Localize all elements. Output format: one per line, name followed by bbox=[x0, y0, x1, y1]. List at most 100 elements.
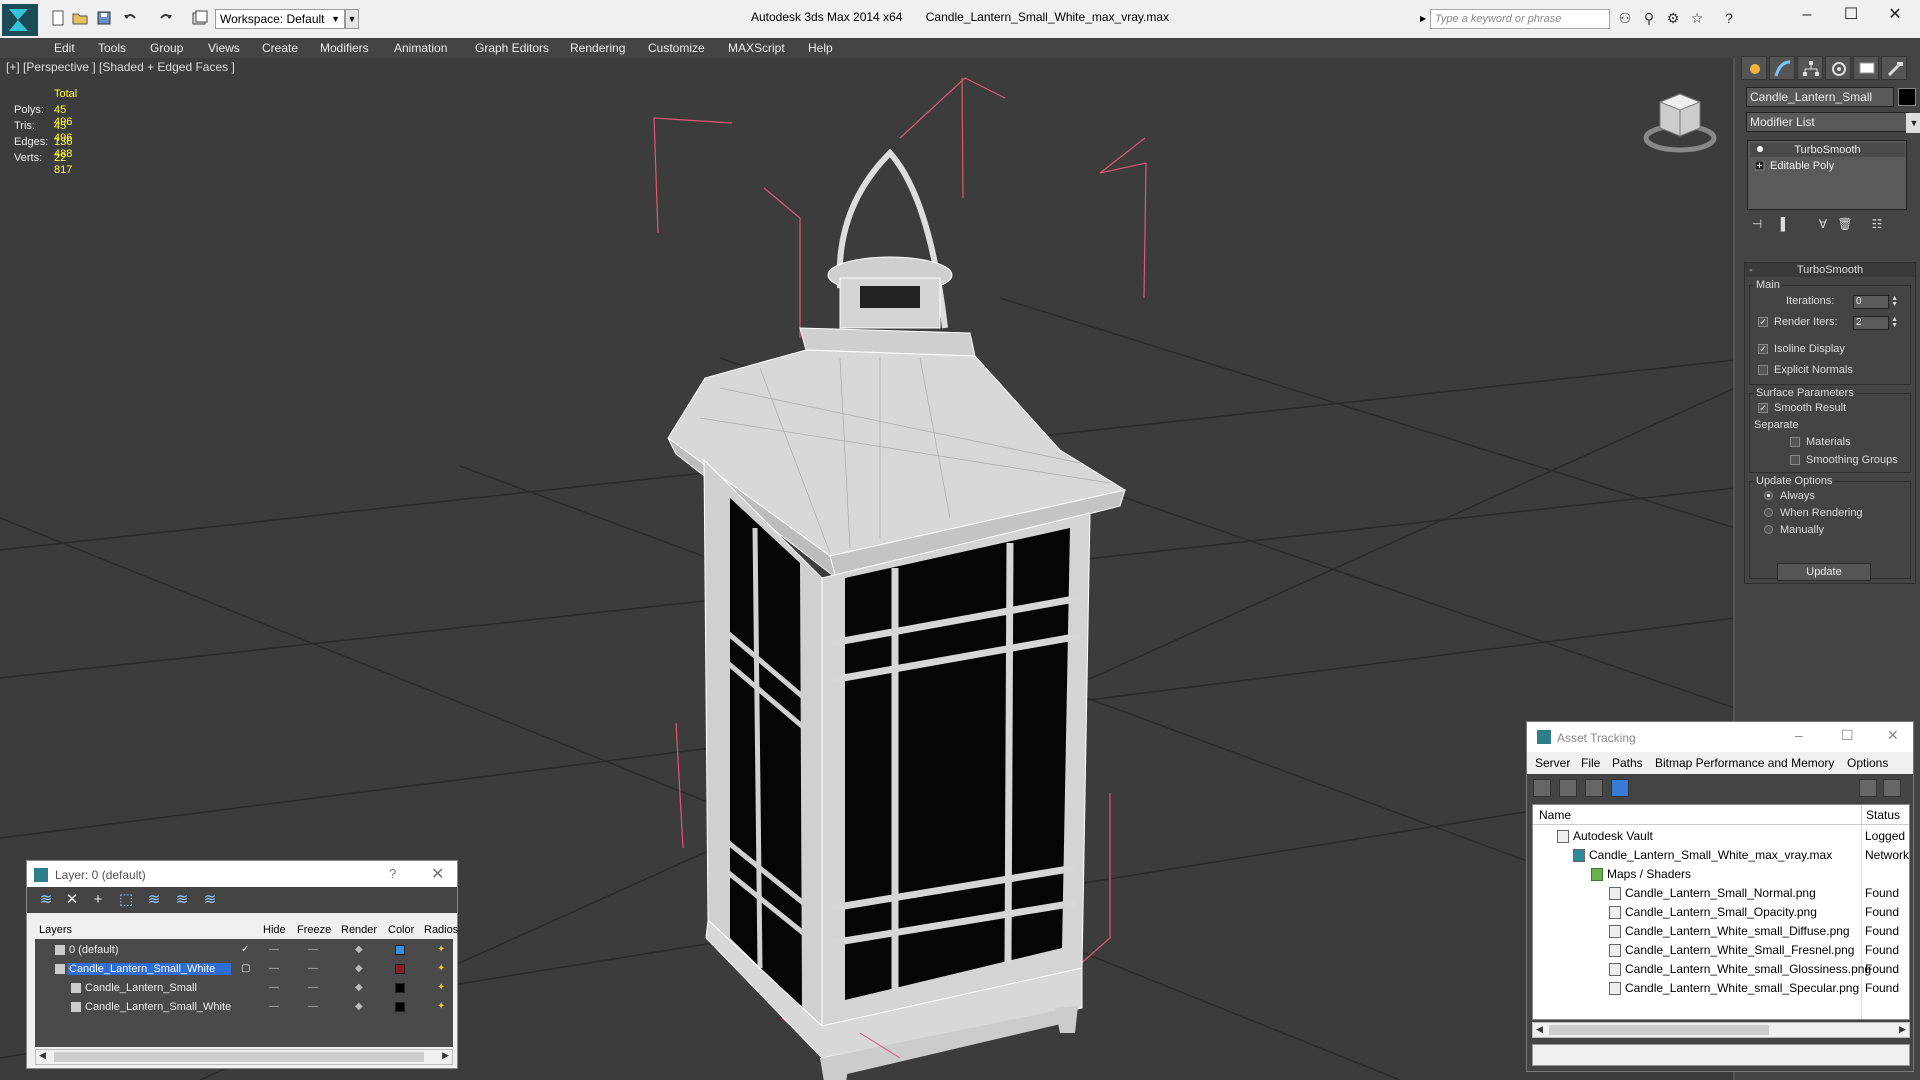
menu-views[interactable]: Views bbox=[208, 41, 240, 55]
freeze-toggle[interactable]: — bbox=[308, 944, 318, 955]
show-end-result-icon[interactable]: ▌ bbox=[1775, 217, 1795, 237]
radiosity-icon[interactable]: ✦ bbox=[437, 1001, 445, 1012]
add-selection-box-icon[interactable]: ▢ bbox=[241, 963, 250, 974]
layer-row[interactable]: Candle_Lantern_Small_White ▢ — — ◆ ✦ bbox=[35, 960, 453, 979]
layer-row[interactable]: Candle_Lantern_Small_White — — ◆ ✦ bbox=[35, 998, 453, 1017]
menu-maxscript[interactable]: MAXScript bbox=[728, 41, 785, 55]
tab-hierarchy[interactable] bbox=[1797, 56, 1823, 80]
object-color-swatch[interactable] bbox=[395, 1002, 405, 1012]
hide-all-layers-icon[interactable]: ≋ bbox=[173, 891, 191, 909]
asset-tracking-titlebar[interactable]: Asset Tracking – ☐ ✕ bbox=[1527, 722, 1913, 752]
search-expand-icon[interactable]: ▶ bbox=[1420, 14, 1426, 23]
object-color-swatch[interactable] bbox=[1898, 88, 1916, 106]
render-iters-spinner[interactable]: 2 ▲ ▼ bbox=[1853, 316, 1898, 330]
freeze-toggle[interactable]: — bbox=[308, 1001, 318, 1012]
options-icon[interactable] bbox=[1883, 779, 1901, 797]
help-icon[interactable]: ? bbox=[1720, 10, 1738, 28]
column-hide[interactable]: Hide bbox=[263, 924, 286, 936]
scrollbar-thumb[interactable] bbox=[54, 1052, 424, 1062]
render-teapot-icon[interactable]: ◆ bbox=[355, 1001, 363, 1012]
detail-view-icon[interactable] bbox=[1585, 779, 1603, 797]
asset-row[interactable]: Candle_Lantern_White_small_Glossiness.pn… bbox=[1533, 960, 1911, 979]
favorites-star-icon[interactable]: ☆ bbox=[1688, 10, 1706, 28]
asset-row[interactable]: Candle_Lantern_White_Small_Fresnel.png F… bbox=[1533, 941, 1911, 960]
separate-smoothing-groups-checkbox[interactable] bbox=[1790, 455, 1800, 465]
hide-toggle[interactable]: — bbox=[269, 944, 279, 955]
hide-toggle[interactable]: — bbox=[269, 963, 279, 974]
radiosity-icon[interactable]: ✦ bbox=[437, 944, 445, 955]
menu-bitmap-performance[interactable]: Bitmap Performance and Memory bbox=[1655, 756, 1834, 770]
layer-color-swatch[interactable] bbox=[395, 964, 405, 974]
menu-graph-editors[interactable]: Graph Editors bbox=[475, 41, 549, 55]
scroll-left-icon[interactable]: ◀ bbox=[1536, 1024, 1543, 1035]
add-to-layer-icon[interactable]: + bbox=[89, 891, 107, 909]
layer-horizontal-scrollbar[interactable]: ◀ ▶ bbox=[35, 1049, 453, 1065]
column-render[interactable]: Render bbox=[341, 924, 377, 936]
active-layer-check-icon[interactable]: ✓ bbox=[241, 944, 249, 955]
freeze-toggle[interactable]: — bbox=[308, 963, 318, 974]
column-color[interactable]: Color bbox=[388, 924, 414, 936]
pin-stack-icon[interactable]: ⊣ bbox=[1747, 217, 1767, 237]
refresh-icon[interactable] bbox=[1533, 779, 1551, 797]
make-unique-icon[interactable]: ∀ bbox=[1813, 217, 1833, 237]
expand-plus-icon[interactable] bbox=[1754, 160, 1765, 171]
column-status[interactable]: Status bbox=[1866, 808, 1900, 822]
hide-toggle[interactable]: — bbox=[269, 1001, 279, 1012]
render-iters-checkbox[interactable]: ✓ bbox=[1758, 317, 1768, 327]
minimize-icon[interactable]: – bbox=[1795, 727, 1803, 743]
asset-row[interactable]: Candle_Lantern_White_small_Specular.png … bbox=[1533, 979, 1911, 998]
list-view-icon[interactable] bbox=[1559, 779, 1577, 797]
turbosmooth-rollout-header[interactable]: - TurboSmooth bbox=[1745, 263, 1915, 277]
scroll-right-icon[interactable]: ▶ bbox=[1899, 1024, 1906, 1035]
close-icon[interactable]: ✕ bbox=[1887, 727, 1899, 744]
asset-row[interactable]: Candle_Lantern_Small_White_max_vray.max … bbox=[1533, 846, 1911, 865]
asset-row[interactable]: Candle_Lantern_Small_Normal.png Found bbox=[1533, 884, 1911, 903]
asset-row[interactable]: Maps / Shaders bbox=[1533, 865, 1911, 884]
tab-utilities[interactable] bbox=[1881, 56, 1907, 80]
search-input[interactable]: Type a keyword or phrase bbox=[1430, 9, 1610, 29]
menu-group[interactable]: Group bbox=[150, 41, 183, 55]
select-objects-icon[interactable]: ⬚ bbox=[117, 891, 135, 909]
menu-edit[interactable]: Edit bbox=[54, 41, 75, 55]
binoculars-icon[interactable]: ⚇ bbox=[1616, 10, 1634, 28]
object-color-swatch[interactable] bbox=[395, 983, 405, 993]
help-button[interactable]: ? bbox=[389, 866, 396, 881]
stack-item-editable-poly[interactable]: Editable Poly bbox=[1750, 159, 1905, 173]
object-name-field[interactable]: Candle_Lantern_Small bbox=[1746, 87, 1894, 107]
tab-motion[interactable] bbox=[1825, 56, 1851, 80]
maximize-button[interactable]: ☐ bbox=[1828, 0, 1874, 30]
menu-modifiers[interactable]: Modifiers bbox=[320, 41, 369, 55]
layer-row[interactable]: 0 (default) ✓ — — ◆ ✦ bbox=[35, 941, 453, 960]
menu-help[interactable]: Help bbox=[808, 41, 833, 55]
scrollbar-thumb[interactable] bbox=[1549, 1025, 1769, 1035]
minimize-button[interactable]: – bbox=[1784, 0, 1830, 30]
explicit-normals-checkbox[interactable] bbox=[1758, 365, 1768, 375]
scroll-left-icon[interactable]: ◀ bbox=[39, 1050, 46, 1061]
radiosity-icon[interactable]: ✦ bbox=[437, 982, 445, 993]
close-window-button[interactable]: ✕ bbox=[1872, 0, 1918, 30]
radiosity-icon[interactable]: ✦ bbox=[437, 963, 445, 974]
isoline-display-checkbox[interactable]: ✓ bbox=[1758, 344, 1768, 354]
menu-customize[interactable]: Customize bbox=[648, 41, 705, 55]
delete-layer-icon[interactable]: ✕ bbox=[63, 891, 81, 909]
asset-row[interactable]: Candle_Lantern_Small_Opacity.png Found bbox=[1533, 903, 1911, 922]
viewcube[interactable] bbox=[1640, 88, 1720, 161]
menu-file[interactable]: File bbox=[1581, 756, 1600, 770]
tab-modify[interactable] bbox=[1769, 56, 1795, 80]
column-radiosity[interactable]: Radios bbox=[424, 924, 458, 936]
asset-status-field[interactable] bbox=[1532, 1044, 1910, 1066]
menu-server[interactable]: Server bbox=[1535, 756, 1570, 770]
separate-materials-checkbox[interactable] bbox=[1790, 437, 1800, 447]
highlight-selected-icon[interactable]: ≋ bbox=[145, 891, 163, 909]
update-manually-radio[interactable] bbox=[1764, 525, 1773, 534]
column-name[interactable]: Name bbox=[1539, 808, 1571, 822]
render-teapot-icon[interactable]: ◆ bbox=[355, 982, 363, 993]
table-view-icon[interactable] bbox=[1611, 779, 1629, 797]
hide-toggle[interactable]: — bbox=[269, 982, 279, 993]
menu-paths[interactable]: Paths bbox=[1612, 756, 1643, 770]
subscription-icon[interactable]: ⚲ bbox=[1640, 10, 1658, 28]
column-freeze[interactable]: Freeze bbox=[297, 924, 331, 936]
layer-dialog-titlebar[interactable]: Layer: 0 (default) ? ✕ bbox=[27, 861, 457, 887]
iterations-spinner[interactable]: 0 ▲ ▼ bbox=[1853, 295, 1898, 309]
update-button[interactable]: Update bbox=[1777, 563, 1871, 581]
